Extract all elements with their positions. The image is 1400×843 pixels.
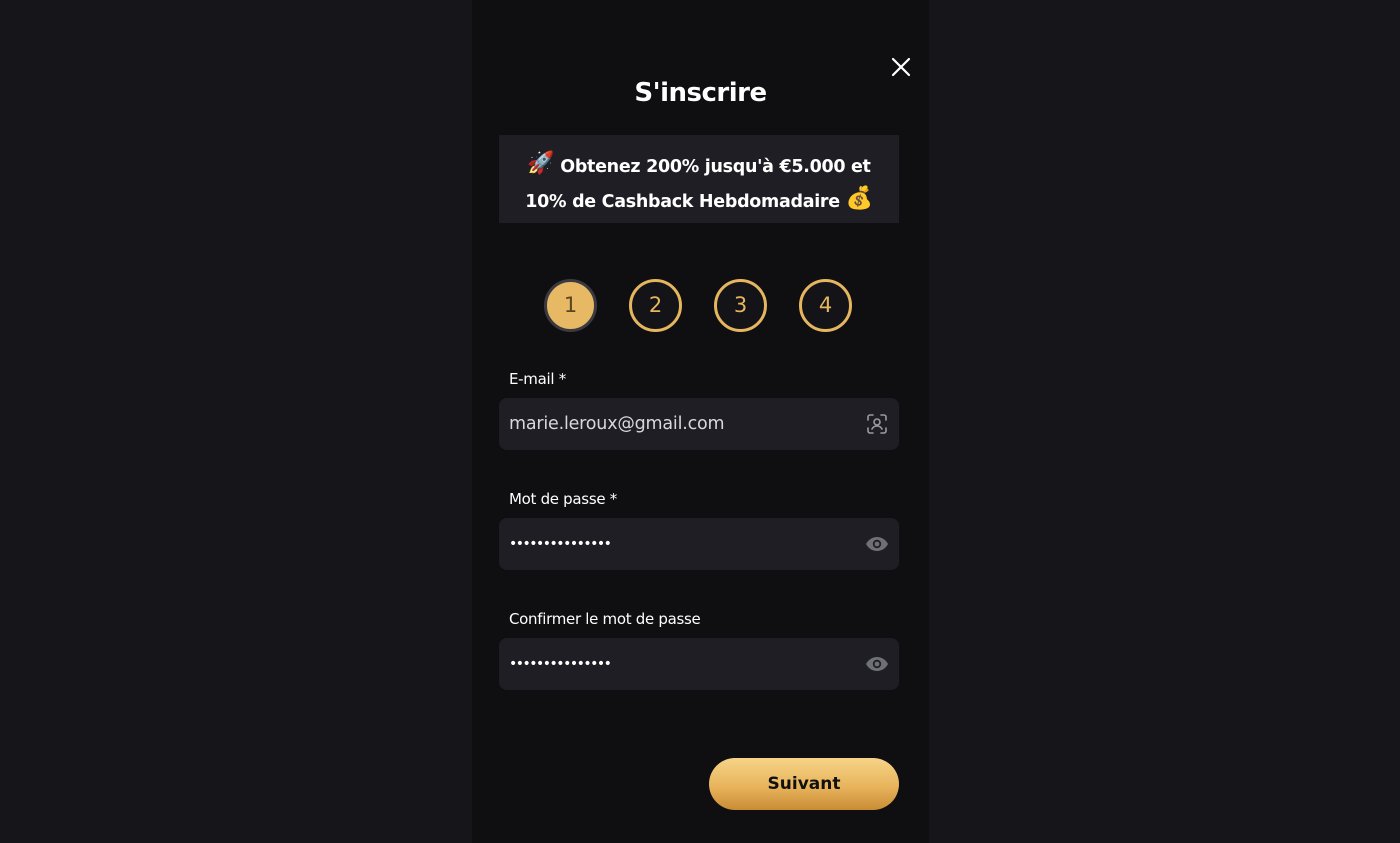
confirm-password-field[interactable]: ••••••••••••••• [499,638,899,690]
step-4[interactable]: 4 [799,279,852,332]
confirm-password-label: Confirmer le mot de passe [509,610,701,628]
email-label: E-mail * [509,370,566,388]
signup-modal: S'inscrire 🚀 Obtenez 200% jusqu'à €5.000… [472,0,929,843]
promo-text-2: 10% de Cashback Hebdomadaire [525,192,846,212]
step-1[interactable]: 1 [544,279,597,332]
close-icon [891,57,911,77]
promo-text-1: Obtenez 200% jusqu'à €5.000 et [554,157,871,177]
step-2[interactable]: 2 [629,279,682,332]
password-label: Mot de passe * [509,490,617,508]
eye-icon [866,537,888,551]
step-3[interactable]: 3 [714,279,767,332]
password-field[interactable]: ••••••••••••••• [499,518,899,570]
rocket-icon: 🚀 [527,151,555,176]
email-field[interactable]: marie.leroux@gmail.com [499,398,899,450]
modal-title: S'inscrire [634,78,767,108]
close-button[interactable] [890,56,912,78]
promo-banner: 🚀 Obtenez 200% jusqu'à €5.000 et 10% de … [499,135,899,223]
promo-line-1: 🚀 Obtenez 200% jusqu'à €5.000 et [499,148,899,183]
contact-card-button[interactable] [865,412,889,436]
password-value: ••••••••••••••• [509,536,612,552]
eye-icon [866,657,888,671]
toggle-confirm-password-visibility[interactable] [865,652,889,676]
confirm-password-value: ••••••••••••••• [509,656,612,672]
money-bag-icon: 💰 [845,186,873,211]
step-indicator: 1 2 3 4 [544,279,864,332]
promo-line-2: 10% de Cashback Hebdomadaire 💰 [499,183,899,218]
toggle-password-visibility[interactable] [865,532,889,556]
contact-card-icon [867,414,887,434]
email-value: marie.leroux@gmail.com [509,414,725,434]
next-button[interactable]: Suivant [709,758,899,810]
